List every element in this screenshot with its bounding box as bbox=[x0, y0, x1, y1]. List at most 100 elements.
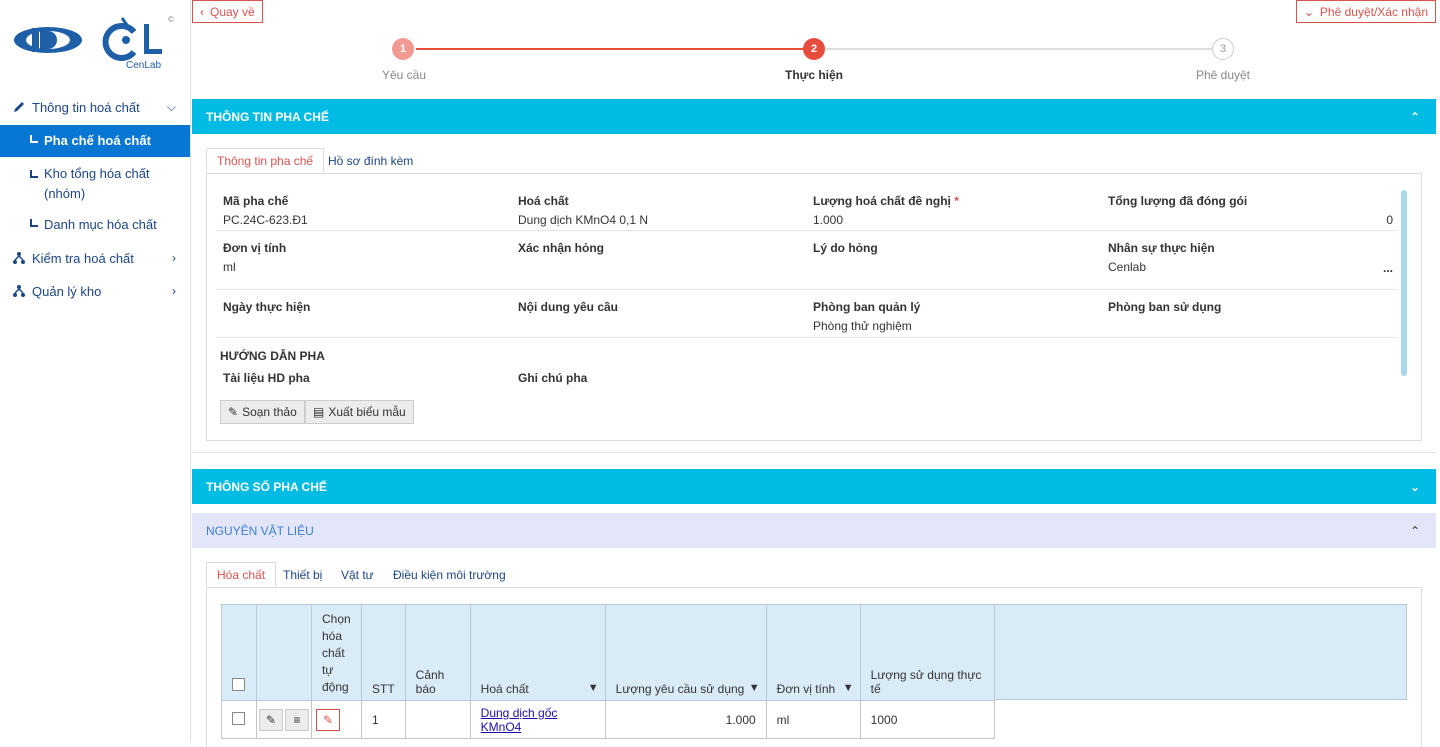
divider bbox=[217, 337, 1397, 338]
step-3-label: Phê duyệt bbox=[1195, 68, 1251, 82]
field-label: Mã pha chế bbox=[223, 194, 289, 208]
field-label: Nội dung yêu cầu bbox=[518, 300, 619, 314]
step-2-circle[interactable]: 2 bbox=[803, 38, 825, 60]
row-checkbox-cell bbox=[221, 700, 257, 739]
list-icon[interactable]: ≡ bbox=[285, 708, 309, 731]
approve-button[interactable]: ⌄ Phê duyệt/Xác nhận bbox=[1295, 0, 1436, 23]
scrollbar[interactable] bbox=[1401, 190, 1407, 376]
sidebar: © CenLab Thông tin hoá chất ⌵ Pha chế ho… bbox=[0, 0, 191, 742]
label-ghi-chu-pha: Ghi chú pha bbox=[518, 371, 588, 385]
chevron-down-icon[interactable]: ⌄ bbox=[1410, 480, 1420, 494]
header-label: Đơn vị tính bbox=[776, 682, 836, 696]
more-icon[interactable]: ... bbox=[1383, 261, 1393, 275]
section-title: THÔNG TIN PHA CHẾ bbox=[206, 109, 329, 124]
table-row: ✎ ≡ ✎ 1 Dung dịch gốc KMnO4 1.000 ml 1000 bbox=[221, 700, 995, 739]
field-xac-nhan-hong: Xác nhận hỏng bbox=[518, 241, 803, 255]
select-all-checkbox[interactable] bbox=[232, 678, 245, 691]
header-chon-hoa-chat: Chọn hóa chất tự động bbox=[311, 604, 362, 701]
section-nguyen-vat-lieu-header[interactable]: NGUYÊN VẬT LIỆU ⌃ bbox=[192, 513, 1436, 548]
materials-panel: Chọn hóa chất tự động STT Cảnh báo Hoá c… bbox=[206, 587, 1422, 747]
field-value: PC.24C-623.Đ1 bbox=[223, 213, 308, 227]
chevron-up-icon[interactable]: ⌃ bbox=[1410, 110, 1420, 124]
sidebar-item-kiem-tra-hoa-chat[interactable]: Kiểm tra hoá chất › bbox=[0, 245, 190, 271]
tab-hoa-chat[interactable]: Hóa chất bbox=[206, 562, 277, 588]
field-value: Phòng thử nghiệm bbox=[813, 319, 912, 333]
cell-luong-thuc-te[interactable]: 1000 bbox=[859, 700, 995, 739]
row-auto-select-cell: ✎ bbox=[311, 700, 362, 739]
tab-dieu-kien-moi-truong[interactable]: Điều kiện môi trường bbox=[383, 562, 516, 588]
field-value: 0 bbox=[1386, 213, 1393, 227]
field-luong-de-nghi: Lượng hoá chất đề nghị * 1.000 bbox=[813, 194, 1098, 227]
chevron-down-icon: ⌄ bbox=[1303, 4, 1314, 19]
sidebar-item-quan-ly-kho[interactable]: Quản lý kho › bbox=[0, 278, 190, 304]
edit-button-label: Soạn thảo bbox=[242, 405, 297, 419]
chevron-left-icon: ‹ bbox=[200, 4, 204, 19]
sidebar-item-label: Pha chế hoá chất bbox=[44, 133, 151, 148]
tab-ho-so-dinh-kem[interactable]: Hồ sơ đính kèm bbox=[318, 148, 423, 174]
header-hoa-chat[interactable]: Hoá chất ▼ bbox=[469, 604, 606, 701]
tab-vat-tu[interactable]: Vật tư bbox=[331, 562, 384, 588]
back-button[interactable]: ‹ Quay về bbox=[192, 0, 263, 23]
section-title: NGUYÊN VẬT LIỆU bbox=[206, 523, 314, 538]
field-label: Lý do hỏng bbox=[813, 241, 878, 255]
printer-icon: ▤ bbox=[313, 405, 325, 419]
field-label: Lượng hoá chất đề nghị bbox=[813, 194, 951, 208]
field-tong-luong: Tổng lượng đã đóng gói 0 bbox=[1108, 194, 1393, 227]
chevron-down-icon: ⌵ bbox=[166, 99, 176, 114]
cell-hoa-chat: Dung dịch gốc KMnO4 bbox=[469, 700, 606, 739]
step-3-circle[interactable]: 3 bbox=[1212, 38, 1234, 60]
back-button-label: Quay về bbox=[210, 4, 255, 19]
cell-don-vi-tinh: ml bbox=[765, 700, 861, 739]
logo-text: CenLab bbox=[126, 60, 162, 71]
tree-branch-icon bbox=[30, 219, 38, 227]
filter-icon[interactable]: ▼ bbox=[749, 682, 760, 694]
cell-luong-yeu-cau: 1.000 bbox=[604, 700, 767, 739]
section-thong-so-pha-che-header[interactable]: THÔNG SỐ PHA CHẾ ⌄ bbox=[192, 469, 1436, 504]
section-thong-tin-pha-che-header[interactable]: THÔNG TIN PHA CHẾ ⌃ bbox=[192, 99, 1436, 134]
chemical-link[interactable]: Dung dịch gốc KMnO4 bbox=[481, 706, 558, 734]
field-value: Cenlab bbox=[1108, 260, 1147, 274]
sitemap-icon bbox=[13, 285, 25, 297]
edit-icon[interactable]: ✎ bbox=[259, 708, 283, 731]
sidebar-item-kho-tong-hoa-chat[interactable]: Kho tổng hóa chất (nhóm) bbox=[0, 164, 190, 204]
field-label: Đơn vị tính bbox=[223, 241, 287, 255]
pencil-icon[interactable]: ✎ bbox=[316, 708, 340, 731]
sidebar-item-danh-muc-hoa-chat[interactable]: Danh mục hóa chất bbox=[0, 215, 190, 237]
field-don-vi-tinh: Đơn vị tính ml bbox=[223, 241, 508, 274]
cenlab-logo: © CenLab bbox=[10, 10, 180, 75]
sidebar-item-pha-che-hoa-chat[interactable]: Pha chế hoá chất bbox=[0, 125, 190, 157]
header-don-vi-tinh[interactable]: Đơn vị tính ▼ bbox=[765, 604, 861, 701]
cell-canh-bao bbox=[404, 700, 471, 739]
filter-icon[interactable]: ▼ bbox=[588, 682, 599, 694]
tree-branch-icon bbox=[30, 135, 38, 143]
field-phong-ban-quan-ly: Phòng ban quản lý Phòng thử nghiệm bbox=[813, 300, 1098, 333]
field-nhan-su: Nhân sự thực hiện Cenlab ... bbox=[1108, 241, 1393, 275]
field-label: Tổng lượng đã đóng gói bbox=[1108, 194, 1248, 208]
export-template-button[interactable]: ▤ Xuất biểu mẫu bbox=[305, 400, 414, 424]
tab-thong-tin-pha-che[interactable]: Thông tin pha chế bbox=[206, 148, 325, 174]
step-2-label: Thực hiện bbox=[784, 68, 844, 82]
step-1-circle[interactable]: 1 bbox=[392, 38, 414, 60]
field-label: Hoá chất bbox=[518, 194, 569, 208]
chevron-up-icon[interactable]: ⌃ bbox=[1410, 524, 1420, 538]
info-panel: Mã pha chế PC.24C-623.Đ1 Hoá chất Dung d… bbox=[206, 173, 1422, 441]
label-tai-lieu-hd-pha: Tài liệu HD pha bbox=[223, 371, 310, 385]
cell-stt: 1 bbox=[361, 700, 406, 739]
edit-button[interactable]: ✎ Soạn thảo bbox=[220, 400, 305, 424]
field-phong-ban-su-dung: Phòng ban sử dụng bbox=[1108, 300, 1393, 314]
field-value: Dung dịch KMnO4 0,1 N bbox=[518, 213, 649, 227]
row-checkbox[interactable] bbox=[232, 711, 245, 725]
tab-thiet-bi[interactable]: Thiết bị bbox=[273, 562, 332, 588]
actions-header bbox=[256, 604, 312, 701]
sidebar-item-label: Kho tổng hóa chất (nhóm) bbox=[44, 166, 150, 201]
filter-icon[interactable]: ▼ bbox=[843, 682, 854, 694]
step-connector-pending bbox=[826, 48, 1212, 50]
field-ma-pha-che: Mã pha chế PC.24C-623.Đ1 bbox=[223, 194, 508, 227]
materials-table: Chọn hóa chất tự động STT Cảnh báo Hoá c… bbox=[221, 604, 995, 739]
tree-branch-icon bbox=[30, 170, 38, 178]
guide-title: HƯỚNG DẪN PHA bbox=[220, 349, 325, 363]
section-title: THÔNG SỐ PHA CHẾ bbox=[206, 479, 327, 494]
field-value: ml bbox=[223, 260, 236, 274]
sidebar-item-thong-tin-hoa-chat[interactable]: Thông tin hoá chất ⌵ bbox=[0, 94, 190, 120]
header-luong-yeu-cau[interactable]: Lượng yêu cầu sử dụng ▼ bbox=[604, 604, 767, 701]
